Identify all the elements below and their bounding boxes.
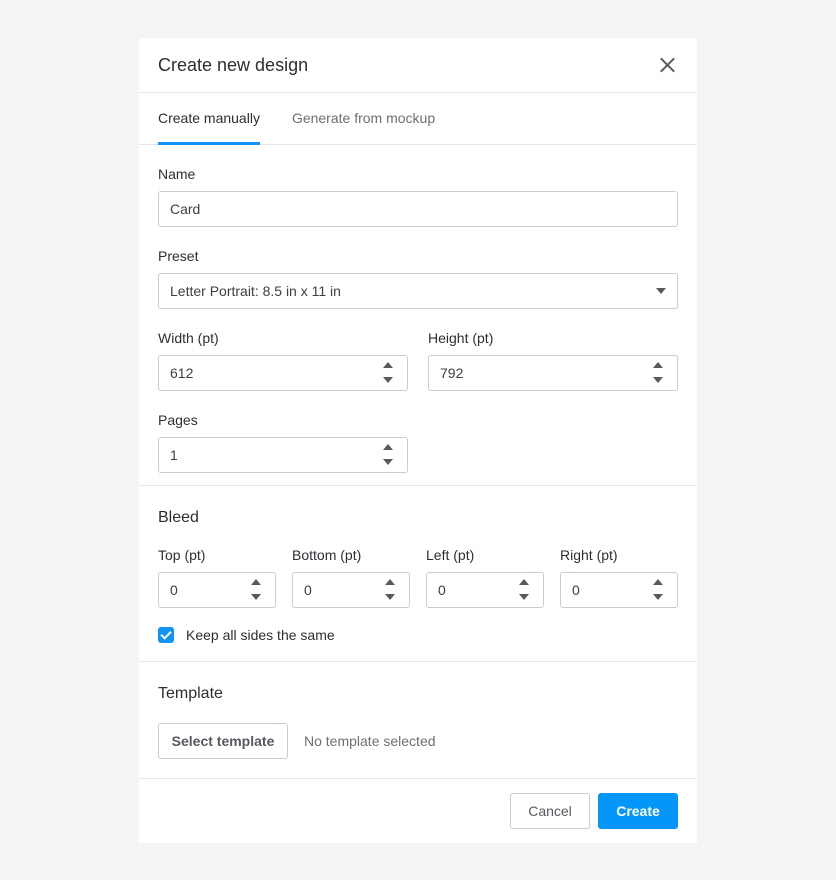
decrement-icon[interactable] bbox=[383, 377, 393, 383]
width-value: 612 bbox=[170, 365, 194, 381]
pages-stepper[interactable] bbox=[383, 444, 393, 468]
tab-generate-from-mockup[interactable]: Generate from mockup bbox=[292, 93, 435, 144]
create-button[interactable]: Create bbox=[598, 793, 678, 829]
name-input[interactable]: Card bbox=[158, 191, 678, 227]
tab-bar: Create manually Generate from mockup bbox=[139, 93, 697, 145]
decrement-icon[interactable] bbox=[653, 377, 663, 383]
keep-sides-same-checkbox[interactable] bbox=[158, 627, 174, 643]
preset-value: Letter Portrait: 8.5 in x 11 in bbox=[170, 283, 341, 299]
increment-icon[interactable] bbox=[519, 579, 529, 585]
decrement-icon[interactable] bbox=[519, 594, 529, 600]
keep-sides-same-row: Keep all sides the same bbox=[158, 627, 678, 643]
bleed-bottom-value: 0 bbox=[304, 582, 312, 598]
cancel-button[interactable]: Cancel bbox=[510, 793, 590, 829]
width-stepper[interactable] bbox=[383, 362, 393, 386]
width-input[interactable]: 612 bbox=[158, 355, 408, 391]
preset-select[interactable]: Letter Portrait: 8.5 in x 11 in bbox=[158, 273, 678, 309]
pages-label: Pages bbox=[158, 412, 198, 428]
keep-sides-same-label[interactable]: Keep all sides the same bbox=[186, 627, 335, 643]
bleed-top-input[interactable]: 0 bbox=[158, 572, 276, 608]
bleed-right-label: Right (pt) bbox=[560, 547, 618, 563]
dialog-title: Create new design bbox=[158, 54, 309, 75]
decrement-icon[interactable] bbox=[383, 459, 393, 465]
height-stepper[interactable] bbox=[653, 362, 663, 386]
width-label: Width (pt) bbox=[158, 330, 219, 346]
name-value: Card bbox=[170, 201, 201, 217]
bleed-bottom-stepper[interactable] bbox=[385, 579, 395, 603]
bleed-top-label: Top (pt) bbox=[158, 547, 206, 563]
increment-icon[interactable] bbox=[653, 579, 663, 585]
decrement-icon[interactable] bbox=[385, 594, 395, 600]
dimensions-section: Name Card Preset Letter Portrait: 8.5 in… bbox=[139, 145, 697, 486]
select-template-button[interactable]: Select template bbox=[158, 723, 288, 759]
increment-icon[interactable] bbox=[383, 362, 393, 368]
bleed-bottom-label: Bottom (pt) bbox=[292, 547, 362, 563]
increment-icon[interactable] bbox=[251, 579, 261, 585]
decrement-icon[interactable] bbox=[653, 594, 663, 600]
height-input[interactable]: 792 bbox=[428, 355, 678, 391]
bleed-left-value: 0 bbox=[438, 582, 446, 598]
template-heading: Template bbox=[158, 685, 223, 702]
increment-icon[interactable] bbox=[383, 444, 393, 450]
bleed-right-value: 0 bbox=[572, 582, 580, 598]
bleed-top-value: 0 bbox=[170, 582, 178, 598]
height-label: Height (pt) bbox=[428, 330, 494, 346]
template-section: Template Select template No template sel… bbox=[139, 662, 697, 779]
decrement-icon[interactable] bbox=[251, 594, 261, 600]
dialog-footer: Cancel Create bbox=[139, 779, 697, 843]
bleed-left-input[interactable]: 0 bbox=[426, 572, 544, 608]
close-icon[interactable] bbox=[655, 53, 679, 77]
chevron-down-icon bbox=[656, 288, 666, 294]
pages-value: 1 bbox=[170, 447, 178, 463]
bleed-right-input[interactable]: 0 bbox=[560, 572, 678, 608]
height-value: 792 bbox=[440, 365, 464, 381]
dialog-header: Create new design bbox=[139, 38, 697, 93]
bleed-heading: Bleed bbox=[158, 509, 199, 526]
pages-input[interactable]: 1 bbox=[158, 437, 408, 473]
template-status: No template selected bbox=[304, 733, 436, 749]
tab-create-manually[interactable]: Create manually bbox=[158, 93, 260, 145]
bleed-section: Bleed Top (pt) 0 Bottom (pt) 0 Left (pt) bbox=[139, 486, 697, 662]
bleed-left-label: Left (pt) bbox=[426, 547, 475, 563]
preset-label: Preset bbox=[158, 248, 199, 264]
bleed-bottom-input[interactable]: 0 bbox=[292, 572, 410, 608]
bleed-top-stepper[interactable] bbox=[251, 579, 261, 603]
bleed-right-stepper[interactable] bbox=[653, 579, 663, 603]
bleed-left-stepper[interactable] bbox=[519, 579, 529, 603]
name-label: Name bbox=[158, 166, 196, 182]
increment-icon[interactable] bbox=[385, 579, 395, 585]
increment-icon[interactable] bbox=[653, 362, 663, 368]
create-design-dialog: Create new design Create manually Genera… bbox=[139, 38, 697, 843]
